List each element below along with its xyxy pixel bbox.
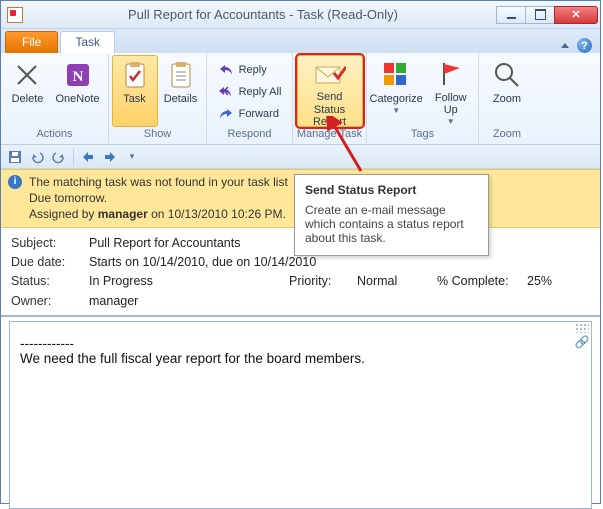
details-label: Details — [164, 93, 198, 106]
ribbon: Delete N OneNote Actions Task — [1, 53, 600, 145]
tooltip-title: Send Status Report — [305, 183, 478, 197]
window-controls — [497, 6, 598, 24]
onenote-button[interactable]: N OneNote — [50, 55, 104, 127]
dropdown-caret-icon: ▼ — [447, 117, 455, 126]
group-tags-label: Tags — [411, 127, 434, 142]
reply-all-label: Reply All — [239, 86, 282, 98]
redo-icon[interactable] — [51, 149, 67, 165]
task-view-button[interactable]: Task — [112, 55, 158, 127]
maximize-button[interactable] — [525, 6, 555, 24]
grip-icon[interactable] — [575, 323, 589, 333]
send-status-report-label: Send Status Report — [302, 91, 358, 129]
duedate-label: Due date: — [11, 253, 89, 272]
reply-button[interactable]: Reply — [214, 59, 286, 81]
group-manage-task: Send Status Report Manage Task — [293, 53, 367, 144]
reply-icon — [218, 62, 234, 78]
group-zoom-label: Zoom — [493, 127, 521, 142]
tooltip-text: Create an e-mail message which contains … — [305, 203, 478, 245]
details-button[interactable]: Details — [158, 55, 204, 127]
body-container: 🔗 ------------ We need the full fiscal y… — [1, 315, 600, 509]
body-text: We need the full fiscal year report for … — [20, 351, 581, 366]
prev-item-icon[interactable] — [80, 149, 96, 165]
group-manage-label: Manage Task — [297, 127, 362, 142]
delete-icon — [11, 59, 43, 91]
body-divider: ------------ — [20, 336, 581, 351]
send-status-report-icon — [314, 59, 346, 89]
priority-label: Priority: — [289, 272, 357, 291]
follow-up-label: Follow Up — [429, 92, 472, 117]
group-respond-label: Respond — [227, 127, 271, 142]
task-body[interactable]: ------------ We need the full fiscal yea… — [9, 321, 592, 509]
group-tags: Categorize ▼ Follow Up ▼ Tags — [367, 53, 479, 144]
zoom-label: Zoom — [493, 93, 521, 106]
owner-value: manager — [89, 292, 138, 311]
onenote-label: OneNote — [55, 93, 99, 106]
delete-label: Delete — [12, 93, 44, 106]
complete-label: % Complete: — [437, 272, 527, 291]
separator — [73, 149, 74, 165]
help-icon[interactable]: ? — [577, 38, 592, 53]
forward-icon — [218, 106, 234, 122]
ribbon-tabs: File Task ? — [1, 29, 600, 53]
reply-all-icon — [218, 84, 234, 100]
flag-icon — [435, 59, 467, 90]
dropdown-caret-icon: ▼ — [392, 106, 400, 115]
link-icon[interactable]: 🔗 — [575, 335, 590, 349]
qat-customize-icon[interactable]: ▾ — [124, 149, 140, 165]
status-value: In Progress — [89, 272, 289, 291]
details-clipboard-icon — [165, 59, 197, 91]
tooltip-send-status-report: Send Status Report Create an e-mail mess… — [294, 174, 489, 256]
priority-value: Normal — [357, 272, 437, 291]
duedate-value: Starts on 10/14/2010, due on 10/14/2010 — [89, 253, 316, 272]
subject-value: Pull Report for Accountants — [89, 234, 240, 253]
reply-label: Reply — [239, 64, 267, 76]
forward-button[interactable]: Forward — [214, 103, 286, 125]
tab-file[interactable]: File — [5, 31, 58, 53]
group-zoom: Zoom Zoom — [479, 53, 535, 144]
tab-task[interactable]: Task — [60, 31, 115, 54]
close-button[interactable] — [554, 6, 598, 24]
group-actions: Delete N OneNote Actions — [1, 53, 109, 144]
delete-button[interactable]: Delete — [4, 55, 50, 127]
undo-icon[interactable] — [29, 149, 45, 165]
group-actions-label: Actions — [36, 127, 72, 142]
info-assigned-prefix: Assigned by — [29, 207, 98, 221]
categorize-button[interactable]: Categorize ▼ — [368, 55, 424, 127]
window-title: Pull Report for Accountants - Task (Read… — [29, 7, 497, 22]
task-view-label: Task — [123, 93, 146, 106]
group-respond: Reply Reply All Forward Respond — [207, 53, 293, 144]
task-window: Pull Report for Accountants - Task (Read… — [0, 0, 601, 504]
app-icon — [7, 7, 23, 23]
info-assigned-suffix: on 10/13/2010 10:26 PM. — [151, 207, 286, 221]
quick-access-toolbar: ▾ — [1, 145, 600, 169]
info-icon: i — [8, 175, 22, 189]
next-item-icon[interactable] — [102, 149, 118, 165]
minimize-button[interactable] — [496, 6, 526, 24]
svg-text:N: N — [72, 69, 83, 85]
reply-all-button[interactable]: Reply All — [214, 81, 286, 103]
subject-label: Subject: — [11, 234, 89, 253]
info-assigned-user: manager — [98, 207, 148, 221]
zoom-icon — [491, 59, 523, 91]
send-status-report-button[interactable]: Send Status Report — [297, 55, 363, 127]
group-show-label: Show — [144, 127, 172, 142]
complete-value: 25% — [527, 272, 552, 291]
follow-up-button[interactable]: Follow Up ▼ — [424, 55, 477, 127]
categorize-icon — [380, 59, 412, 91]
collapse-ribbon-icon[interactable] — [561, 43, 569, 48]
status-label: Status: — [11, 272, 89, 291]
onenote-icon: N — [62, 59, 94, 91]
zoom-button[interactable]: Zoom — [484, 55, 530, 127]
owner-label: Owner: — [11, 292, 89, 311]
save-icon[interactable] — [7, 149, 23, 165]
forward-label: Forward — [239, 108, 279, 120]
task-clipboard-icon — [119, 59, 151, 91]
categorize-label: Categorize — [370, 93, 423, 106]
title-bar: Pull Report for Accountants - Task (Read… — [1, 1, 600, 29]
body-side-handle: 🔗 — [574, 323, 590, 349]
group-show: Task Details Show — [109, 53, 207, 144]
